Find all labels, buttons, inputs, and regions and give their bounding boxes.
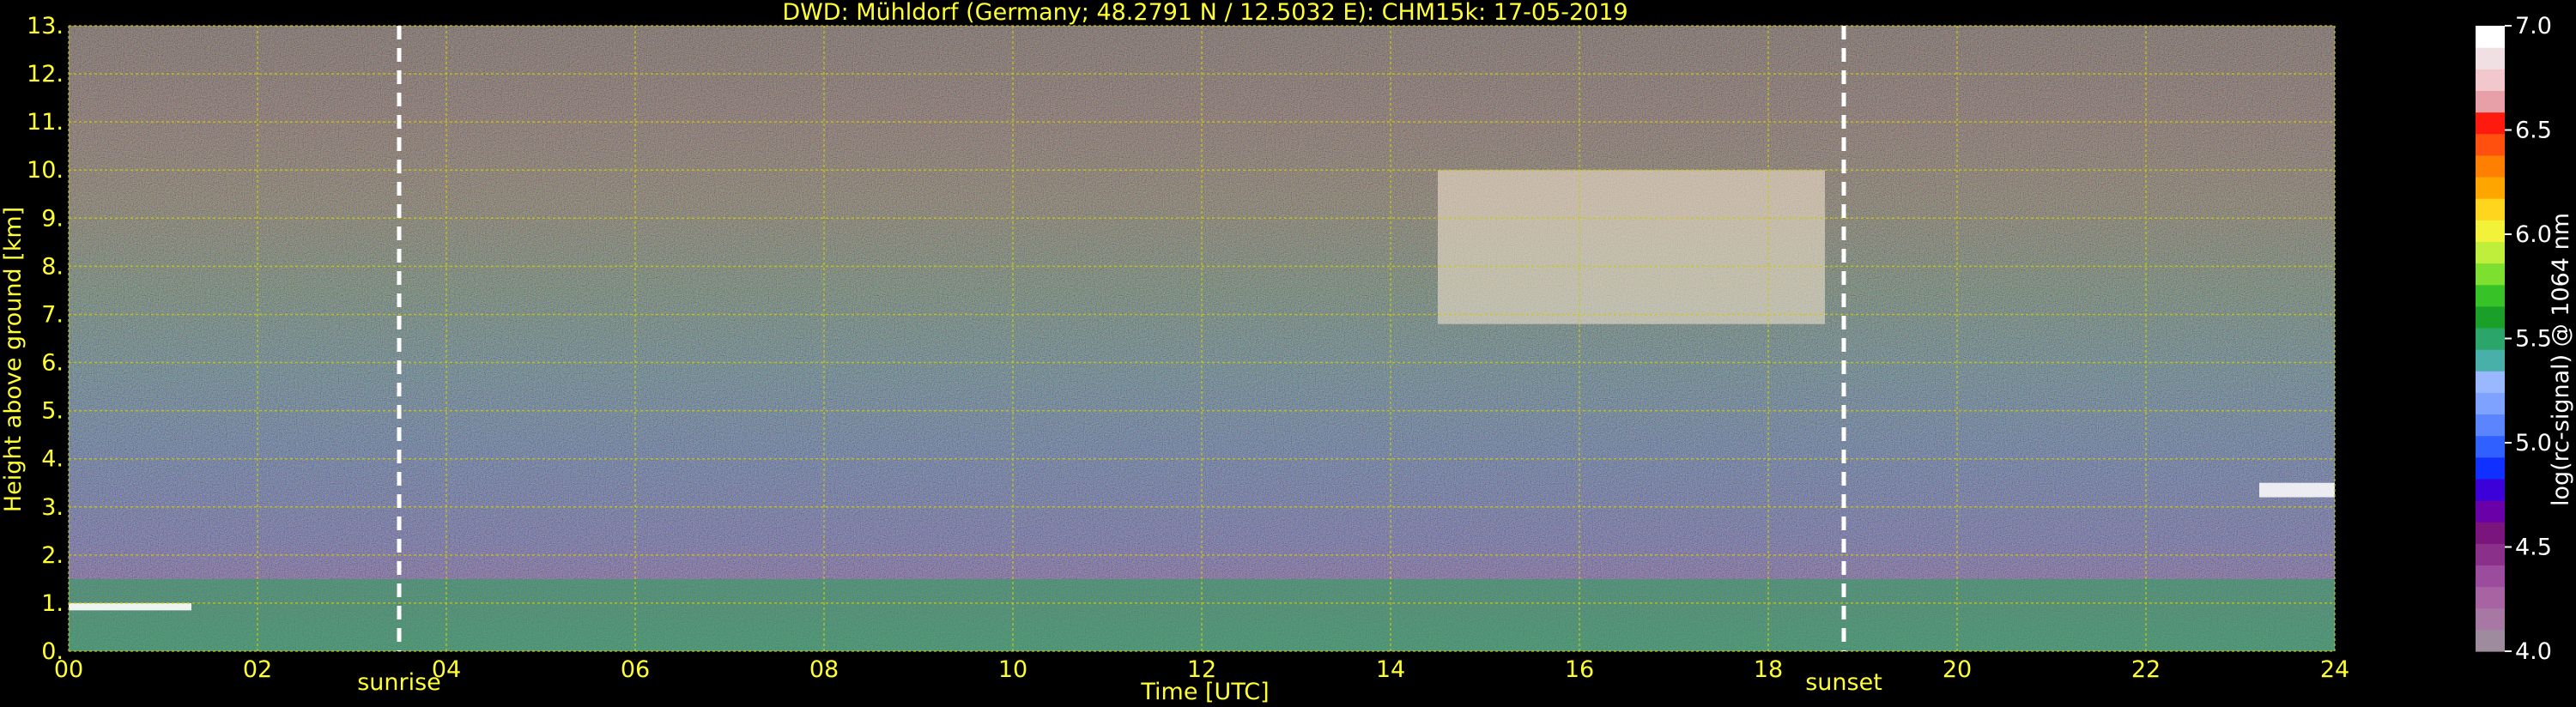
colorbar-segment	[2476, 607, 2505, 631]
colorbar-segment	[2476, 456, 2505, 480]
colorbar-segment	[2476, 284, 2505, 307]
x-tick-label: 24	[2320, 656, 2349, 683]
feature-cirrus-clouds	[1438, 170, 1825, 324]
y-tick-label: 12.	[27, 61, 64, 88]
x-axis-label: Time [UTC]	[1140, 679, 1269, 705]
y-tick-label: 8.	[41, 253, 64, 280]
x-tick-label: 04	[432, 656, 461, 683]
y-tick-label: 3.	[41, 494, 64, 521]
y-tick-label: 4.	[41, 446, 64, 473]
colorbar-tick-label: 4.0	[2515, 638, 2552, 665]
y-tick-label: 5.	[41, 398, 64, 425]
colorbar-segment	[2476, 586, 2505, 609]
x-tick-label: 08	[809, 656, 839, 683]
colorbar-tick-label: 7.0	[2515, 13, 2552, 39]
x-tick-label: 22	[2131, 656, 2161, 683]
plot-area: sunrise sunset	[68, 25, 2336, 696]
marker-label-sunrise: sunrise	[357, 669, 441, 696]
colorbar-segment	[2476, 629, 2505, 652]
colorbar-tick-labels: 4.0 4.5 5.0 5.5 6.0 6.5 7.0	[2505, 13, 2552, 665]
x-tick-label: 06	[621, 656, 650, 683]
colorbar-segment	[2476, 414, 2505, 437]
colorbar-segment	[2476, 176, 2505, 199]
y-tick-labels: 0.1.2.3.4.5.6.7.8.9.10.11.12.13.	[27, 13, 64, 665]
colorbar-label: log(rc-signal) @ 1064 nm	[2548, 213, 2574, 506]
y-tick-label: 11.	[27, 109, 64, 136]
colorbar-segment	[2476, 349, 2505, 372]
feature-low-cloud-layer	[69, 602, 191, 611]
y-tick-label: 2.	[41, 542, 64, 569]
chart-title: DWD: Mühldorf (Germany; 48.2791 N / 12.5…	[782, 0, 1627, 26]
colorbar-segment	[2476, 327, 2505, 350]
colorbar-segment	[2476, 154, 2505, 178]
y-tick-label: 10.	[27, 157, 64, 184]
y-tick-label: 6.	[41, 350, 64, 377]
x-tick-label: 10	[998, 656, 1027, 683]
colorbar-tick-label: 5.5	[2515, 326, 2552, 353]
colorbar-segment	[2476, 435, 2505, 458]
y-axis-label: Height above ground [km]	[0, 207, 27, 512]
x-tick-label: 14	[1376, 656, 1405, 683]
colorbar-segment	[2476, 241, 2505, 264]
x-tick-label: 20	[1943, 656, 1972, 683]
colorbar-segment	[2476, 478, 2505, 501]
marker-label-sunset: sunset	[1805, 669, 1882, 696]
colorbar-segment	[2476, 392, 2505, 415]
colorbar-tick-label: 6.0	[2515, 221, 2552, 248]
colorbar-segment	[2476, 112, 2505, 135]
colorbar-tick-label: 5.0	[2515, 430, 2552, 456]
colorbar-tick-label: 4.5	[2515, 535, 2552, 561]
ceilometer-chart: sunrise sunset 0.1.2.3.4.5.6.7.8.9.10.11.…	[0, 0, 2574, 705]
colorbar-segment	[2476, 543, 2505, 566]
colorbar-segment	[2476, 90, 2505, 113]
x-tick-label: 18	[1754, 656, 1783, 683]
colorbar-segment	[2476, 500, 2505, 523]
colorbar-tick-label: 6.5	[2515, 118, 2552, 144]
colorbar-segment	[2476, 565, 2505, 588]
colorbar-segment	[2476, 47, 2505, 69]
x-tick-label: 16	[1565, 656, 1594, 683]
y-tick-label: 1.	[41, 590, 64, 617]
colorbar-segment	[2476, 305, 2505, 329]
y-tick-label: 7.	[41, 301, 64, 328]
colorbar-segment	[2476, 133, 2505, 156]
colorbar-segment	[2476, 26, 2505, 48]
colorbar-segment	[2476, 69, 2505, 92]
y-tick-label: 13.	[27, 13, 64, 39]
colorbar-segment	[2476, 220, 2505, 242]
colorbar-segment	[2476, 263, 2505, 286]
x-tick-label: 00	[54, 656, 83, 683]
colorbar-segment	[2476, 522, 2505, 544]
y-tick-label: 9.	[41, 205, 64, 232]
feature-evening-cloud-layer	[2259, 482, 2335, 498]
x-tick-label: 02	[243, 656, 272, 683]
colorbar-segment	[2476, 198, 2505, 221]
colorbar	[2476, 26, 2505, 652]
colorbar-segment	[2476, 371, 2505, 393]
